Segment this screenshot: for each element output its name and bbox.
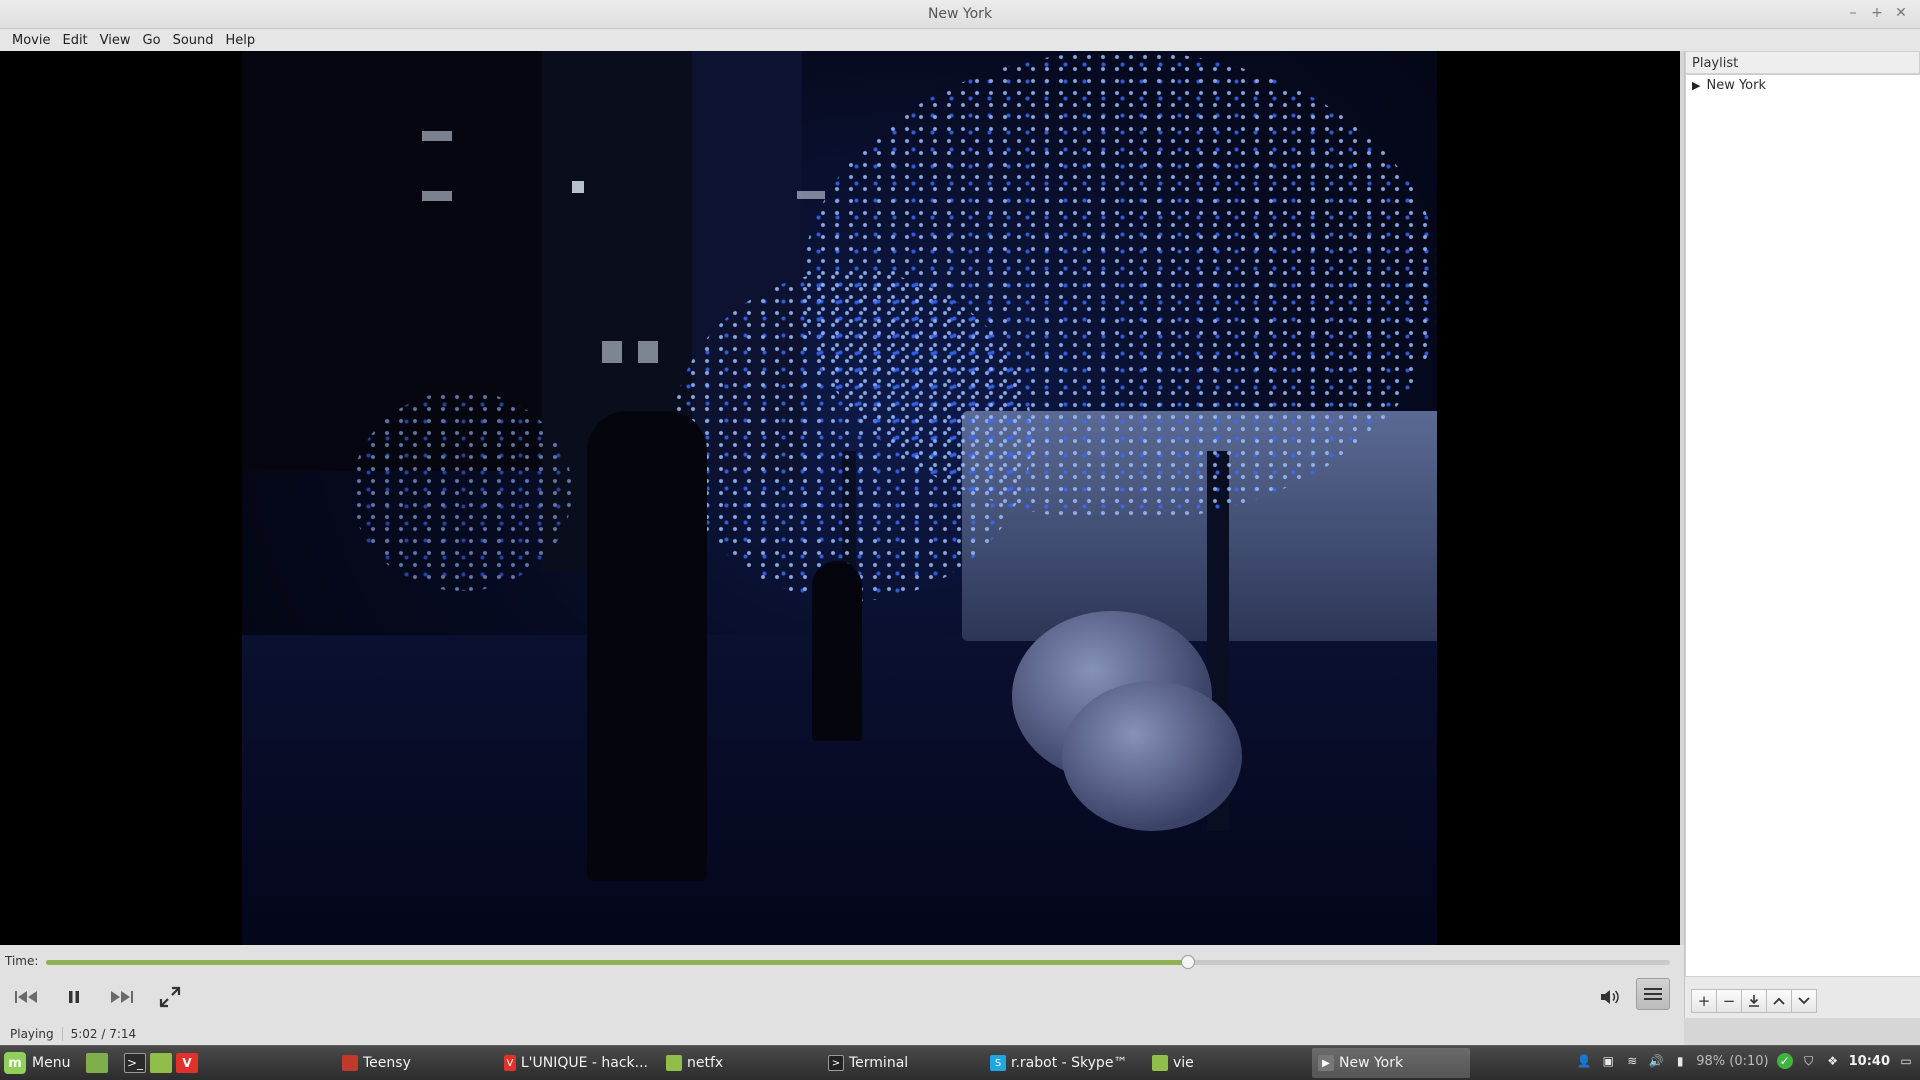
terminal-launcher[interactable]: >_ (124, 1053, 146, 1073)
next-button[interactable] (104, 981, 140, 1013)
maximize-button[interactable]: + (1868, 4, 1886, 22)
start-menu-label: Menu (32, 1055, 71, 1071)
previous-button[interactable] (8, 981, 44, 1013)
playlist-sidebar: Playlist ▶ New York + − (1684, 51, 1920, 1018)
video-display[interactable] (0, 51, 1680, 945)
wifi-icon[interactable]: ≋ (1624, 1053, 1640, 1069)
folder-icon (666, 1055, 682, 1071)
task-new-york[interactable]: ▶ New York (1312, 1048, 1470, 1078)
volume-icon[interactable]: 🔊 (1648, 1053, 1664, 1069)
playlist-item-label: New York (1706, 78, 1766, 93)
move-up-icon (1773, 997, 1785, 1005)
window-title: New York (927, 6, 993, 22)
task-vie[interactable]: vie (1146, 1048, 1296, 1078)
seek-bar-fill (46, 960, 1188, 965)
pause-icon (69, 991, 79, 1003)
seek-handle[interactable] (1180, 955, 1195, 969)
start-menu-button[interactable]: m Menu (4, 1050, 70, 1076)
menu-go[interactable]: Go (137, 33, 167, 48)
menu-sound[interactable]: Sound (167, 33, 220, 48)
show-desktop-icon[interactable]: ▭ (1898, 1053, 1914, 1069)
mint-logo-icon: m (4, 1052, 26, 1074)
move-up-button[interactable] (1766, 989, 1792, 1013)
pause-button[interactable] (56, 981, 92, 1013)
playlist-item[interactable]: ▶ New York (1686, 75, 1920, 96)
task-label: Terminal (849, 1055, 909, 1071)
task-vivaldi[interactable]: V L'UNIQUE - hack... (498, 1048, 648, 1078)
fullscreen-icon (159, 986, 181, 1008)
seek-bar[interactable] (46, 955, 1670, 969)
playlist-list[interactable]: ▶ New York (1685, 74, 1920, 977)
battery-status[interactable]: 98% (0:10) (1696, 1054, 1768, 1069)
menu-view[interactable]: View (94, 33, 137, 48)
task-terminal[interactable]: > Terminal (822, 1048, 972, 1078)
minimize-button[interactable]: – (1844, 4, 1862, 22)
remove-button[interactable]: − (1716, 989, 1742, 1013)
taskbar: m Menu >_ V Teensy V L'UNIQUE - hack... … (0, 1045, 1920, 1080)
task-label: L'UNIQUE - hack... (520, 1055, 648, 1071)
list-icon (1644, 988, 1662, 1000)
menu-edit[interactable]: Edit (56, 33, 93, 48)
task-netfx[interactable]: netfx (660, 1048, 810, 1078)
shield-icon[interactable]: ⛉ (1801, 1053, 1817, 1069)
volume-button[interactable] (1592, 981, 1628, 1013)
skype-icon: S (990, 1055, 1006, 1071)
menu-bar: Movie Edit View Go Sound Help (0, 29, 1920, 51)
vivaldi-icon: V (504, 1055, 516, 1071)
user-icon[interactable]: 👤 (1576, 1053, 1592, 1069)
task-teensy[interactable]: Teensy (336, 1048, 486, 1078)
vivaldi-icon: V (182, 1056, 192, 1070)
play-triangle-icon: ▶ (1692, 79, 1701, 92)
dropbox-icon[interactable]: ❖ (1825, 1053, 1841, 1069)
terminal-icon: >_ (126, 1056, 144, 1070)
time-display: 5:02 / 7:14 (70, 1027, 137, 1041)
add-button[interactable]: + (1691, 989, 1717, 1013)
playlist-header[interactable]: Playlist (1685, 51, 1920, 74)
clipboard-icon[interactable]: ▣ (1600, 1053, 1616, 1069)
save-button[interactable] (1741, 989, 1767, 1013)
time-label: Time: (5, 954, 39, 968)
task-skype[interactable]: S r.rabot - Skype™ (984, 1048, 1134, 1078)
playback-status: Playing (10, 1027, 54, 1041)
player-controls: Time: Playing 5:02 / 7:14 (0, 945, 1684, 1045)
video-player-icon: ▶ (1318, 1055, 1334, 1071)
teensy-app-icon (342, 1055, 358, 1071)
task-label: New York (1339, 1055, 1404, 1071)
task-label: r.rabot - Skype™ (1011, 1055, 1128, 1071)
window-titlebar: New York – + ✕ (0, 0, 1920, 29)
playlist-toolbar: + − (1685, 984, 1920, 1018)
status-bar: Playing 5:02 / 7:14 (10, 1027, 136, 1041)
show-desktop-launcher[interactable] (86, 1053, 108, 1073)
menu-help[interactable]: Help (220, 33, 262, 48)
move-down-icon (1798, 997, 1810, 1005)
system-tray: 👤 ▣ ≋ 🔊 ▮ 98% (0:10) ✓ ⛉ ❖ 10:40 ▭ (1576, 1053, 1914, 1069)
folder-icon (1152, 1055, 1168, 1071)
fullscreen-button[interactable] (152, 981, 188, 1013)
clock[interactable]: 10:40 (1849, 1054, 1890, 1069)
save-icon (1749, 995, 1759, 1007)
video-frame (242, 51, 1437, 945)
files-launcher[interactable] (150, 1053, 172, 1073)
terminal-icon: > (828, 1055, 844, 1071)
skip-next-icon (111, 991, 133, 1003)
skip-previous-icon (15, 991, 37, 1003)
task-label: netfx (687, 1055, 724, 1071)
update-ok-icon[interactable]: ✓ (1776, 1053, 1793, 1069)
battery-icon[interactable]: ▮ (1672, 1053, 1688, 1069)
task-label: Teensy (363, 1055, 411, 1071)
close-button[interactable]: ✕ (1892, 4, 1910, 22)
vivaldi-launcher[interactable]: V (176, 1053, 198, 1073)
add-icon: + (1697, 992, 1711, 1010)
remove-icon: − (1722, 992, 1736, 1010)
volume-icon (1601, 990, 1619, 1004)
menu-movie[interactable]: Movie (6, 33, 56, 48)
move-down-button[interactable] (1791, 989, 1817, 1013)
playlist-toggle-button[interactable] (1636, 978, 1670, 1010)
task-label: vie (1173, 1055, 1194, 1071)
